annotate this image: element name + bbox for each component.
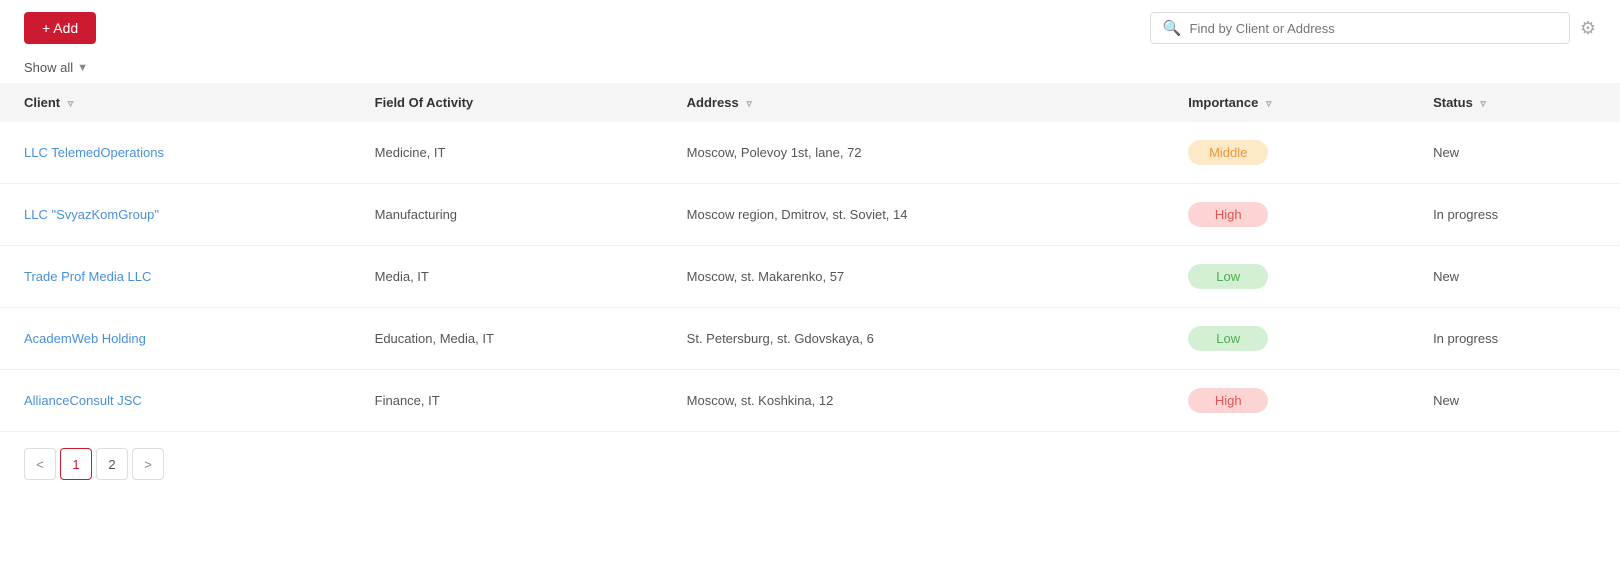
client-link-3[interactable]: AcademWeb Holding (24, 331, 146, 346)
cell-address-2: Moscow, st. Makarenko, 57 (663, 246, 1165, 308)
search-icon: 🔍 (1163, 19, 1182, 37)
cell-address-3: St. Petersburg, st. Gdovskaya, 6 (663, 308, 1165, 370)
gear-icon[interactable]: ⚙ (1580, 18, 1596, 39)
cell-address-0: Moscow, Polevoy 1st, lane, 72 (663, 122, 1165, 184)
filter-icon-address[interactable]: ▿ (746, 98, 752, 110)
client-link-2[interactable]: Trade Prof Media LLC (24, 269, 151, 284)
table-row: LLC TelemedOperations Medicine, IT Mosco… (0, 122, 1620, 184)
search-area: 🔍 ⚙ (1150, 12, 1596, 44)
add-button[interactable]: + Add (24, 12, 96, 44)
cell-address-1: Moscow region, Dmitrov, st. Soviet, 14 (663, 184, 1165, 246)
cell-client-2: Trade Prof Media LLC (0, 246, 351, 308)
cell-client-3: AcademWeb Holding (0, 308, 351, 370)
show-all-button[interactable]: Show all ▼ (24, 60, 88, 75)
cell-client-0: LLC TelemedOperations (0, 122, 351, 184)
top-bar: + Add 🔍 ⚙ (0, 0, 1620, 56)
client-link-0[interactable]: LLC TelemedOperations (24, 145, 164, 160)
cell-field-3: Education, Media, IT (351, 308, 663, 370)
cell-client-4: AllianceConsult JSC (0, 370, 351, 432)
importance-badge-0: Middle (1188, 140, 1268, 165)
cell-field-0: Medicine, IT (351, 122, 663, 184)
cell-importance-2: Low (1164, 246, 1409, 308)
column-address: Address ▿ (663, 83, 1165, 122)
importance-badge-1: High (1188, 202, 1268, 227)
next-page-button[interactable]: > (132, 448, 164, 480)
column-status: Status ▿ (1409, 83, 1620, 122)
page-1-button[interactable]: 1 (60, 448, 92, 480)
filter-icon-status[interactable]: ▿ (1480, 98, 1486, 110)
table-row: AllianceConsult JSC Finance, IT Moscow, … (0, 370, 1620, 432)
page-2-button[interactable]: 2 (96, 448, 128, 480)
chevron-down-icon: ▼ (77, 62, 88, 74)
cell-client-1: LLC "SvyazKomGroup" (0, 184, 351, 246)
importance-badge-4: High (1188, 388, 1268, 413)
client-link-4[interactable]: AllianceConsult JSC (24, 393, 142, 408)
table-row: LLC "SvyazKomGroup" Manufacturing Moscow… (0, 184, 1620, 246)
cell-status-2: New (1409, 246, 1620, 308)
cell-status-4: New (1409, 370, 1620, 432)
cell-address-4: Moscow, st. Koshkina, 12 (663, 370, 1165, 432)
filter-bar: Show all ▼ (0, 56, 1620, 83)
cell-importance-1: High (1164, 184, 1409, 246)
client-link-1[interactable]: LLC "SvyazKomGroup" (24, 207, 159, 222)
filter-icon-importance[interactable]: ▿ (1266, 98, 1272, 110)
importance-badge-2: Low (1188, 264, 1268, 289)
table-header-row: Client ▿ Field Of Activity Address ▿ Imp… (0, 83, 1620, 122)
table-row: AcademWeb Holding Education, Media, IT S… (0, 308, 1620, 370)
search-box[interactable]: 🔍 (1150, 12, 1570, 44)
importance-badge-3: Low (1188, 326, 1268, 351)
prev-page-button[interactable]: < (24, 448, 56, 480)
column-importance: Importance ▿ (1164, 83, 1409, 122)
pagination: < 1 2 > (0, 432, 1620, 496)
cell-importance-4: High (1164, 370, 1409, 432)
cell-field-1: Manufacturing (351, 184, 663, 246)
cell-status-0: New (1409, 122, 1620, 184)
filter-icon-client[interactable]: ▿ (68, 98, 74, 110)
cell-field-2: Media, IT (351, 246, 663, 308)
column-client: Client ▿ (0, 83, 351, 122)
cell-field-4: Finance, IT (351, 370, 663, 432)
cell-status-1: In progress (1409, 184, 1620, 246)
show-all-label: Show all (24, 60, 73, 75)
table-row: Trade Prof Media LLC Media, IT Moscow, s… (0, 246, 1620, 308)
search-input[interactable] (1190, 21, 1557, 36)
cell-importance-3: Low (1164, 308, 1409, 370)
clients-table: Client ▿ Field Of Activity Address ▿ Imp… (0, 83, 1620, 432)
cell-status-3: In progress (1409, 308, 1620, 370)
column-field: Field Of Activity (351, 83, 663, 122)
cell-importance-0: Middle (1164, 122, 1409, 184)
